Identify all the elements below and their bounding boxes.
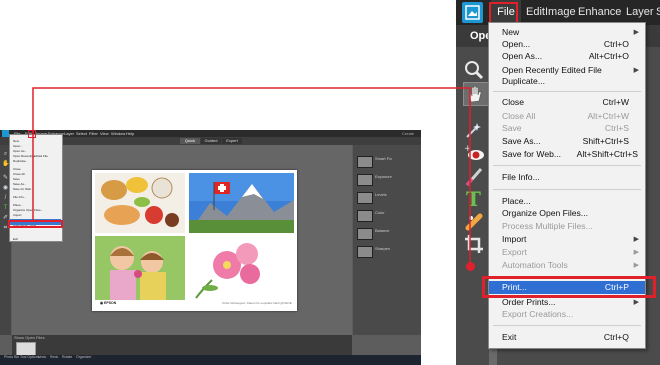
menu-item-import[interactable]: Import ▶ <box>502 233 639 246</box>
children-photo <box>95 236 185 300</box>
print-highlight <box>482 276 656 298</box>
flower-photo <box>189 236 294 300</box>
quick-select-icon[interactable]: ✎ <box>2 175 9 182</box>
thumb-photo-bin: Show Open Files <box>12 335 352 355</box>
thumb-tab-quick[interactable]: Quick <box>180 138 200 144</box>
thumb-tab-expert[interactable]: Expert <box>222 138 242 144</box>
menu-item-exit[interactable]: Exit Ctrl+Q <box>502 331 639 344</box>
menu-item-process-multiple[interactable]: Process Multiple Files... <box>502 220 639 233</box>
menu-item-export[interactable]: Export ▶ <box>502 246 639 259</box>
hand-tool-icon[interactable]: ✋ <box>2 161 9 168</box>
panel-item[interactable]: Exposure <box>357 173 419 186</box>
thumb-create[interactable]: Create <box>402 130 414 137</box>
mountain-photo <box>189 173 294 233</box>
whiten-teeth-icon[interactable] <box>463 165 487 187</box>
file-menu-highlight <box>489 2 518 24</box>
zoom-tool-icon[interactable] <box>463 59 487 81</box>
spot-heal-icon[interactable] <box>463 210 487 232</box>
menu-select[interactable]: S <box>656 0 660 25</box>
menu-item-close[interactable]: Close Ctrl+W <box>502 96 639 109</box>
menu-item-file-info[interactable]: File Info... <box>502 171 639 184</box>
thumb-print-highlight <box>8 220 63 228</box>
photo-document: ◉ EPSON Order Rehaugeul. Datent he sopul… <box>92 170 297 311</box>
thumb-menu-window[interactable]: Window <box>111 130 125 137</box>
menu-item-organize-open-files[interactable]: Organize Open Files... <box>502 207 639 220</box>
type-tool-icon[interactable]: T <box>2 205 9 212</box>
red-eye-icon[interactable]: + <box>463 142 487 164</box>
callout-dot <box>466 262 475 271</box>
menu-item-save[interactable]: Save Ctrl+S <box>502 122 639 135</box>
thumb-menu-select[interactable]: Select <box>76 130 87 137</box>
panel-item[interactable]: Balance <box>357 227 419 240</box>
svg-text:T: T <box>466 187 481 209</box>
panel-item[interactable]: Levels <box>357 191 419 204</box>
menu-item-open-as[interactable]: Open As... Alt+Ctrl+O <box>502 50 639 63</box>
panel-item[interactable]: Sharpen <box>357 245 419 258</box>
whiten-teeth-icon[interactable]: / <box>2 195 9 202</box>
red-eye-icon[interactable]: ◉ <box>2 185 9 192</box>
photo-bin-thumbnail[interactable] <box>16 342 36 356</box>
menu-separator <box>493 91 641 92</box>
menu-item-save-as[interactable]: Save As... Shift+Ctrl+S <box>502 135 639 148</box>
thumb-app-logo-icon <box>2 130 9 137</box>
quick-select-icon[interactable] <box>463 119 487 141</box>
panel-item[interactable]: Color <box>357 209 419 222</box>
photo-collage <box>95 173 294 300</box>
menu-item-export-creations[interactable]: Export Creations... <box>502 308 639 321</box>
thumb-menu-view[interactable]: View <box>100 130 109 137</box>
menu-item-duplicate[interactable]: Duplicate... <box>502 75 639 88</box>
hand-tool-icon[interactable] <box>463 82 489 106</box>
thumb-menu-help[interactable]: Help <box>126 130 134 137</box>
thumb-menu-filter[interactable]: Filter <box>89 130 98 137</box>
thumb-menu-layer[interactable]: Layer <box>64 130 74 137</box>
document-caption: Order Rehaugeul. Datent he sopulatic bla… <box>222 301 292 305</box>
toolbox: + T <box>456 47 489 365</box>
file-menu-dropdown: New ▶ Open... Ctrl+O Open As... Alt+Ctrl+O … <box>488 22 646 349</box>
thumb-tab-guided[interactable]: Guided <box>201 138 221 144</box>
food-photo <box>95 173 185 233</box>
zoom-tool-icon[interactable]: ⌕ <box>2 151 9 158</box>
app-logo-icon <box>462 2 483 23</box>
thumb-file-highlight <box>28 130 36 138</box>
thumb-taskbar: Photo Bin Tool Options Undo Redo Rotate … <box>0 355 421 365</box>
type-tool-icon[interactable]: T <box>463 187 487 211</box>
thumb-adjustments-panel: Smart Fix Exposure Levels Color Balance … <box>353 145 421 335</box>
menu-separator <box>493 325 641 326</box>
menu-separator <box>493 165 641 166</box>
crop-tool-icon[interactable] <box>463 233 487 255</box>
menu-item-save-for-web[interactable]: Save for Web... Alt+Shift+Ctrl+S <box>502 148 639 161</box>
menu-item-automation-tools[interactable]: Automation Tools ▶ <box>502 259 639 272</box>
brand-logo: ◉ EPSON <box>100 301 117 305</box>
panel-item[interactable]: Smart Fix <box>357 155 419 168</box>
menu-separator <box>493 189 641 190</box>
thumb-menubar: File Edit Image Enhance Layer Select Fil… <box>0 130 421 137</box>
